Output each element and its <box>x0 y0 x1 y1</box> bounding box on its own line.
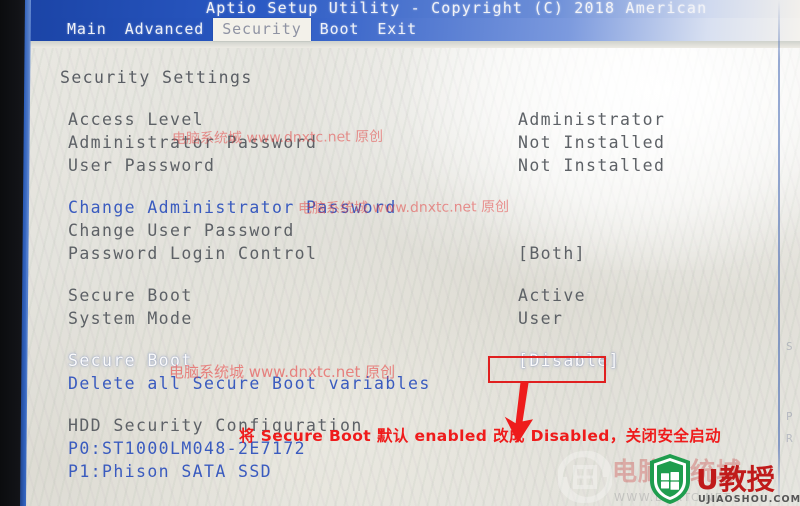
menu-separator <box>26 41 800 48</box>
setting-value[interactable]: Not Installed <box>518 133 665 152</box>
setting-label[interactable]: User Password <box>68 156 215 175</box>
bios-screen-photo: Aptio Setup Utility - Copyright (C) 2018… <box>0 0 800 506</box>
setting-label[interactable]: Change User Password <box>68 221 295 240</box>
setting-label[interactable]: Delete all Secure Boot variables <box>68 374 431 393</box>
ujiaoshou-logo-text: U教授 <box>696 463 775 496</box>
ghost-help-line-1: S <box>786 340 794 353</box>
ghost-help-line-3: R <box>786 432 794 445</box>
bios-menu-bar: Main Advanced Security Boot Exit <box>26 18 800 41</box>
setting-value[interactable]: [Disable] <box>518 351 620 370</box>
setting-label[interactable]: Secure Boot <box>68 351 193 370</box>
menu-item-boot[interactable]: Boot <box>311 18 369 41</box>
setting-value[interactable]: User <box>518 309 563 328</box>
setting-value[interactable]: Not Installed <box>518 156 665 175</box>
menu-item-advanced[interactable]: Advanced <box>116 18 213 41</box>
help-pane-divider <box>778 0 780 506</box>
ujiaoshou-shield-icon <box>650 454 690 504</box>
setting-value[interactable]: Active <box>518 286 586 305</box>
setting-label[interactable]: Access Level <box>68 110 204 129</box>
setting-label[interactable]: Secure Boot <box>68 286 193 305</box>
setting-label[interactable]: System Mode <box>68 309 193 328</box>
bios-screen-surface: Aptio Setup Utility - Copyright (C) 2018… <box>26 0 800 506</box>
ghost-help-line-2: P <box>786 410 794 423</box>
menu-item-security[interactable]: Security <box>213 18 311 41</box>
setting-label[interactable]: Change Administrator Password <box>68 198 397 217</box>
menu-item-exit[interactable]: Exit <box>368 18 426 41</box>
annotation-text: 将 Secure Boot 默认 enabled 改成 Disabled，关闭安… <box>239 427 722 445</box>
page-title: Aptio Setup Utility - Copyright (C) 2018… <box>206 0 708 17</box>
menu-item-list: Main Advanced Security Boot Exit <box>58 18 426 41</box>
section-title: Security Settings <box>60 68 253 87</box>
setting-value[interactable]: [Both] <box>518 244 586 263</box>
setting-value[interactable]: Administrator <box>518 110 665 129</box>
menu-item-main[interactable]: Main <box>58 18 116 41</box>
setting-label[interactable]: Password Login Control <box>68 244 317 263</box>
setting-label[interactable]: P1:Phison SATA SSD <box>68 462 272 481</box>
logo-watermark-group: 电脑系统城 WWW.DNXTC.NET U教授 UJIAOSHOU.COM <box>550 450 800 506</box>
recycle-window-icon <box>558 450 612 504</box>
ujiaoshou-logo-url: UJIAOSHOU.COM <box>698 494 800 505</box>
setting-label[interactable]: Administrator Password <box>68 133 317 152</box>
bios-title-bar: Aptio Setup Utility - Copyright (C) 2018… <box>26 0 800 18</box>
